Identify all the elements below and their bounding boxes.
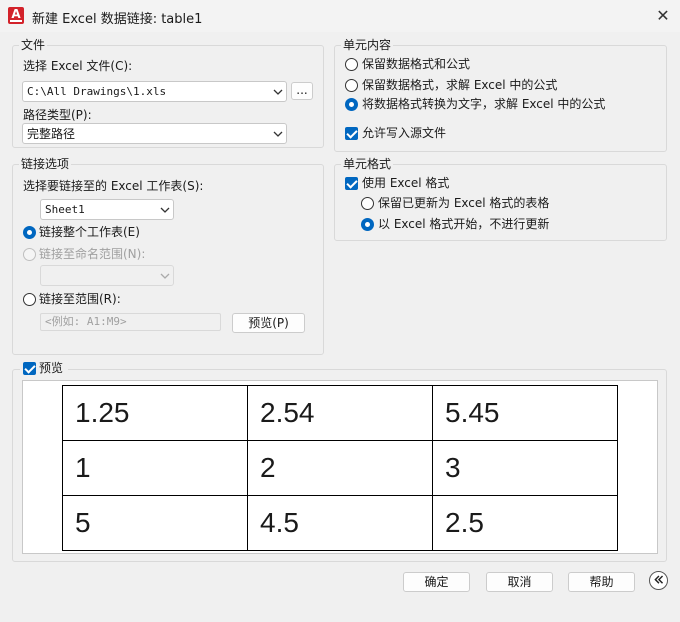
file-group-title: 文件 bbox=[19, 37, 48, 53]
table-cell: 1.25 bbox=[62, 385, 248, 441]
path-type-combo[interactable]: 完整路径 bbox=[22, 123, 287, 144]
range-input[interactable]: <例如: A1:M9> bbox=[40, 313, 221, 331]
table-cell: 5.45 bbox=[432, 385, 618, 441]
window-title: 新建 Excel 数据链接: table1 bbox=[32, 12, 203, 27]
link-named-range-label: 链接至命名范围(N): bbox=[39, 247, 146, 261]
radio-link-named-range[interactable] bbox=[23, 248, 36, 261]
chevron-left-icon bbox=[654, 575, 664, 584]
table-cell: 2.54 bbox=[247, 385, 433, 441]
link-range-label: 链接至范围(R): bbox=[39, 292, 121, 306]
use-excel-format-label: 使用 Excel 格式 bbox=[362, 176, 450, 190]
link-options-title: 链接选项 bbox=[19, 156, 72, 172]
preview-pane: 1.25 2.54 5.45 1 2 3 5 4.5 2.5 bbox=[22, 380, 658, 554]
table-cell: 2 bbox=[247, 440, 433, 496]
radio-keep-updated[interactable] bbox=[361, 197, 374, 210]
file-path-combo[interactable]: C:\All Drawings\1.xls bbox=[22, 81, 287, 102]
browse-button[interactable]: ... bbox=[291, 82, 313, 100]
sheet-combo[interactable]: Sheet1 bbox=[40, 199, 174, 220]
cell-content-title: 单元内容 bbox=[341, 37, 394, 53]
link-entire-sheet-label: 链接整个工作表(E) bbox=[39, 225, 140, 239]
select-file-label: 选择 Excel 文件(C): bbox=[23, 59, 133, 73]
allow-write-checkbox[interactable] bbox=[345, 127, 358, 140]
ok-button[interactable]: 确定 bbox=[403, 572, 470, 592]
path-type-label: 路径类型(P): bbox=[23, 108, 92, 122]
table-cell: 4.5 bbox=[247, 495, 433, 551]
path-type-value: 完整路径 bbox=[27, 127, 76, 141]
table-cell: 1 bbox=[62, 440, 248, 496]
close-icon: ✕ bbox=[656, 6, 670, 25]
use-excel-format-checkbox[interactable] bbox=[345, 177, 358, 190]
table-row: 5 4.5 2.5 bbox=[62, 495, 618, 551]
cell-format-title: 单元格式 bbox=[341, 156, 394, 172]
allow-write-label: 允许写入源文件 bbox=[362, 126, 447, 140]
keep-format-solve-label: 保留数据格式，求解 Excel 中的公式 bbox=[362, 78, 558, 92]
radio-keep-format-solve[interactable] bbox=[345, 79, 358, 92]
table-row: 1 2 3 bbox=[62, 440, 618, 496]
table-row: 1.25 2.54 5.45 bbox=[62, 385, 618, 441]
start-excel-format-label: 以 Excel 格式开始，不进行更新 bbox=[378, 217, 550, 231]
preview-table: 1.25 2.54 5.45 1 2 3 5 4.5 2.5 bbox=[62, 385, 618, 551]
autocad-app-icon: A bbox=[8, 7, 24, 24]
radio-start-excel-format[interactable] bbox=[361, 218, 374, 231]
file-path-value: C:\All Drawings\1.xls bbox=[27, 85, 167, 98]
radio-link-entire-sheet[interactable] bbox=[23, 226, 36, 239]
close-button[interactable]: ✕ bbox=[650, 4, 676, 28]
convert-to-text-label: 将数据格式转换为文字，求解 Excel 中的公式 bbox=[362, 97, 606, 111]
radio-keep-format-formulas[interactable] bbox=[345, 58, 358, 71]
collapse-button[interactable] bbox=[649, 571, 668, 590]
range-placeholder: <例如: A1:M9> bbox=[45, 315, 127, 328]
keep-updated-label: 保留已更新为 Excel 格式的表格 bbox=[378, 196, 550, 210]
sheet-select-label: 选择要链接至的 Excel 工作表(S): bbox=[23, 179, 204, 193]
keep-format-formulas-label: 保留数据格式和公式 bbox=[362, 57, 471, 71]
preview-button[interactable]: 预览(P) bbox=[232, 313, 305, 333]
preview-label: 预览 bbox=[39, 361, 64, 375]
chevron-down-icon bbox=[160, 207, 170, 213]
table-cell: 5 bbox=[62, 495, 248, 551]
preview-checkbox[interactable] bbox=[23, 362, 36, 375]
chevron-down-icon bbox=[273, 89, 283, 95]
sheet-value: Sheet1 bbox=[45, 203, 85, 216]
table-cell: 2.5 bbox=[432, 495, 618, 551]
help-button[interactable]: 帮助 bbox=[568, 572, 635, 592]
table-cell: 3 bbox=[432, 440, 618, 496]
radio-convert-to-text[interactable] bbox=[345, 98, 358, 111]
radio-link-range[interactable] bbox=[23, 293, 36, 306]
chevron-down-icon bbox=[273, 131, 283, 137]
named-range-combo[interactable] bbox=[40, 265, 174, 286]
chevron-down-icon bbox=[160, 273, 170, 279]
cancel-button[interactable]: 取消 bbox=[486, 572, 553, 592]
